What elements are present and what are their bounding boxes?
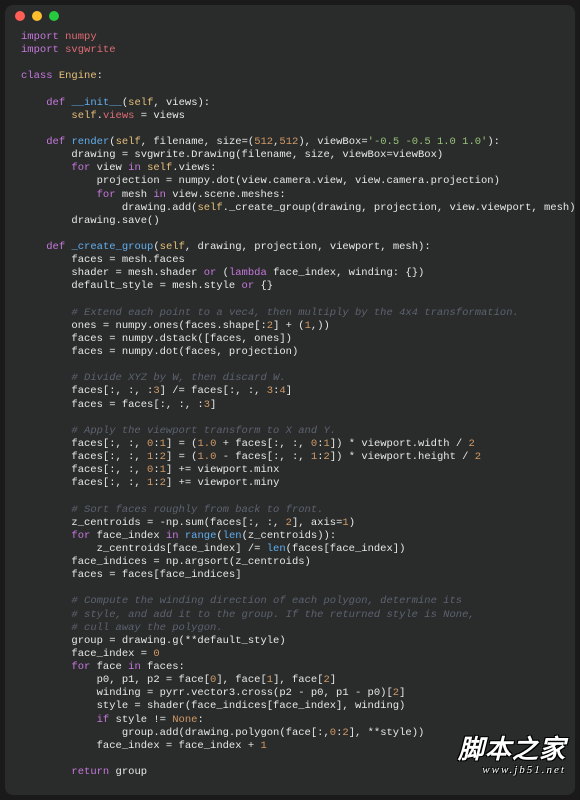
watermark: 脚本之家 www.jb51.net — [458, 734, 566, 778]
watermark-url: www.jb51.net — [458, 764, 566, 778]
watermark-title: 脚本之家 — [458, 734, 566, 767]
minimize-icon[interactable] — [32, 11, 42, 21]
close-icon[interactable] — [15, 11, 25, 21]
code-area: import numpy import svgwrite class Engin… — [5, 27, 575, 787]
titlebar — [5, 5, 575, 27]
zoom-icon[interactable] — [49, 11, 59, 21]
editor-window: import numpy import svgwrite class Engin… — [5, 5, 575, 795]
